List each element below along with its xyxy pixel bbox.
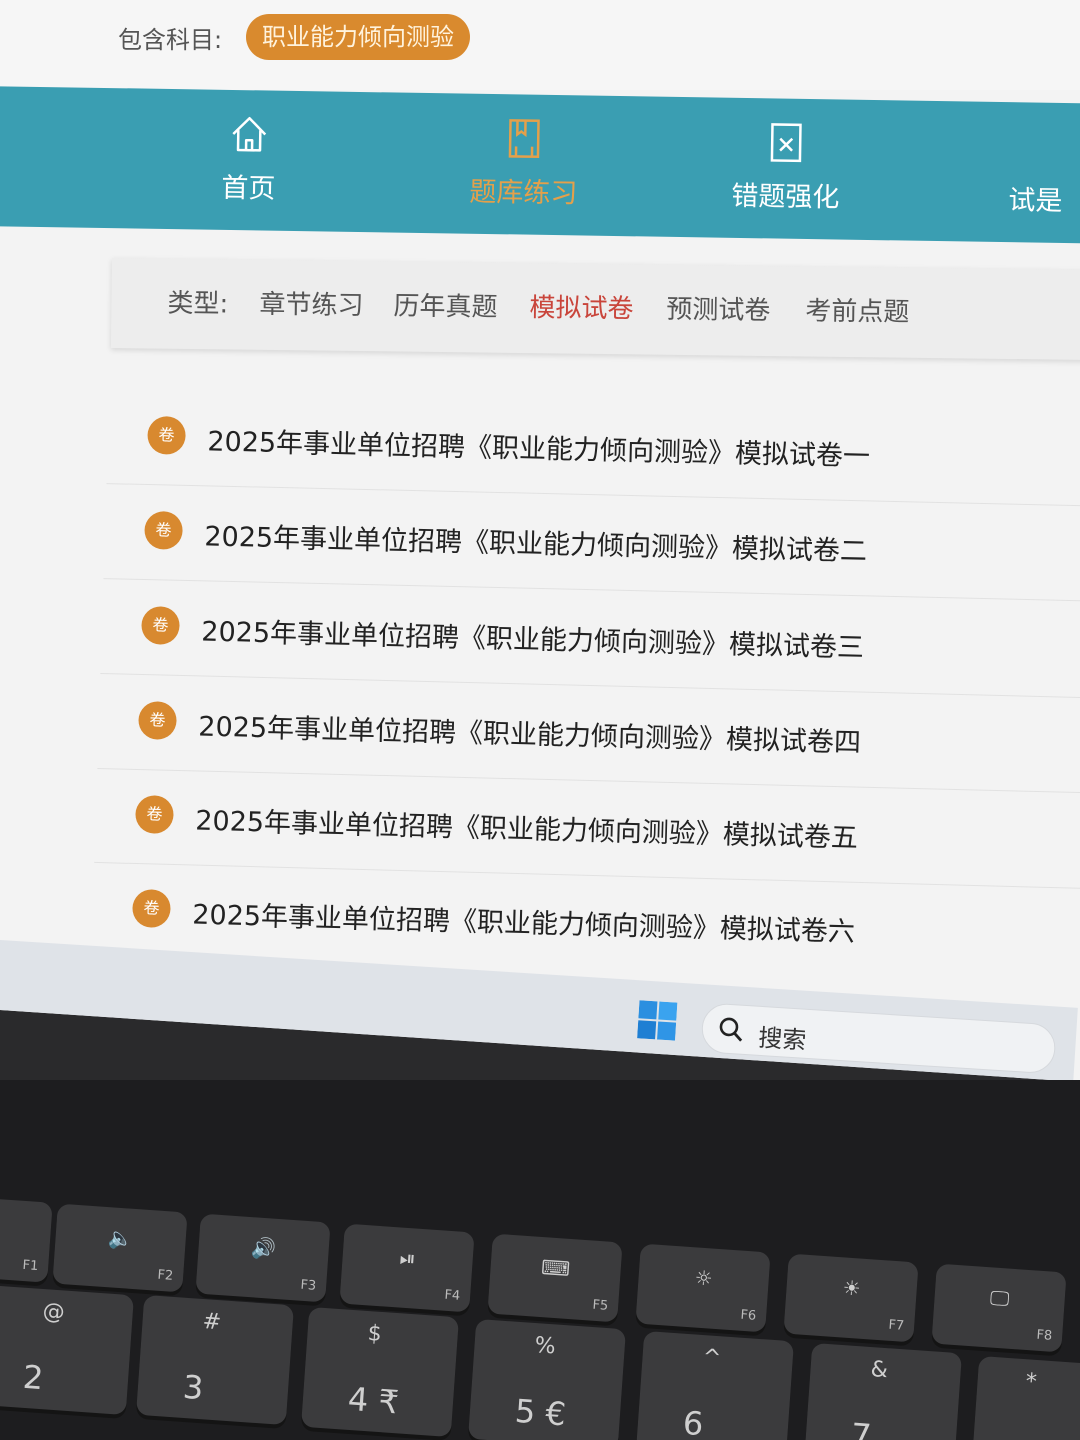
key-fn-label: F2 [156,1267,174,1284]
key-main-label: 5 € [513,1391,568,1434]
subject-bar: 包含科目: 职业能力倾向测验 [0,0,1080,90]
divider [106,483,1080,509]
key-f6[interactable]: ☼ F6 [635,1243,771,1333]
bookmark-icon [449,115,600,167]
play-pause-icon: ⏯ [398,1245,417,1271]
keyboard-backlight-icon: ⌨ [540,1255,571,1282]
key-shift-label: ^ [701,1345,722,1372]
key-fn-label: F4 [443,1287,461,1304]
key-6[interactable]: ^ 6 [635,1330,795,1440]
divider [97,768,1080,795]
key-f8[interactable]: 🖵 F8 [931,1263,1067,1353]
type-label: 类型: [167,288,229,320]
key-5[interactable]: % 5 € [467,1318,627,1440]
nav-label: 首页 [221,172,276,205]
tab-pre-exam-tips[interactable]: 考前点题 [805,290,909,328]
key-fn-label: F3 [299,1277,317,1294]
key-shift-label: % [533,1333,557,1360]
key-f7[interactable]: ☀ F7 [783,1253,919,1343]
key-shift-label: # [201,1309,222,1336]
brightness-down-icon: ☼ [693,1265,714,1291]
key-f5[interactable]: ⌨ F5 [487,1233,623,1323]
nav-item-question-bank[interactable]: 题库练习 [448,115,599,210]
nav-label: 试是 [1008,185,1063,218]
subject-pill[interactable]: 职业能力倾向测验 [246,14,470,60]
project-display-icon: 🖵 [989,1285,1011,1311]
key-8[interactable]: * [970,1355,1080,1440]
paper-badge: 卷 [147,416,186,455]
key-shift-label: $ [366,1321,383,1347]
tab-predicted-papers[interactable]: 预测试卷 [666,289,770,327]
key-shift-label: * [1024,1369,1038,1395]
nav-item-exam[interactable]: 试是 [1008,174,1080,219]
wrong-doc-icon [711,119,862,171]
key-fn-label: F6 [739,1307,757,1324]
laptop-screen: 包含科目: 职业能力倾向测验 首页 题库练习 错题强化 试是 类型: 章节练习 [0,0,1080,1080]
key-main-label: 2 [21,1357,45,1398]
main-nav: 首页 题库练习 错题强化 试是 [0,86,1080,244]
tab-chapter-practice[interactable]: 章节练习 [259,284,363,322]
key-fn-label: F8 [1035,1327,1053,1344]
key-main-label: 7 [849,1415,873,1440]
brightness-up-icon: ☀ [841,1275,862,1301]
search-placeholder: 搜索 [757,1023,808,1055]
paper-badge: 卷 [132,889,171,928]
paper-title: 2025年事业单位招聘《职业能力倾向测验》模拟试卷一 [207,426,871,473]
key-f1[interactable]: F1 [0,1197,53,1283]
laptop-keyboard: F1 🔈 F2 🔊 F3 ⏯ F4 ⌨ F5 ☼ F6 ☀ F7 🖵 F8 @ … [0,1080,1080,1440]
divider [103,578,1080,604]
key-7[interactable]: & 7 [803,1342,963,1440]
windows-start-icon[interactable] [637,1000,678,1041]
key-f3[interactable]: 🔊 F3 [195,1213,331,1303]
key-f2[interactable]: 🔈 F2 [52,1203,188,1293]
key-4[interactable]: $ 4 ₹ [300,1306,460,1438]
tab-mock-papers[interactable]: 模拟试卷 [529,287,633,325]
key-f4[interactable]: ⏯ F4 [339,1223,475,1313]
key-shift-label: & [869,1357,889,1384]
paper-badge: 卷 [135,795,174,834]
key-3[interactable]: # 3 [135,1294,295,1426]
key-fn-label: F7 [887,1317,905,1334]
key-shift-label: @ [41,1299,66,1326]
divider [100,673,1080,700]
home-icon [174,111,325,163]
paper-badge: 卷 [141,606,180,645]
key-main-label: 3 [181,1367,205,1408]
key-2[interactable]: @ 2 [0,1284,135,1416]
paper-badge: 卷 [144,511,183,550]
taskbar-search[interactable]: 搜索 [700,1002,1057,1075]
key-main-label: 4 ₹ [346,1379,401,1422]
volume-up-icon: 🔊 [250,1235,277,1261]
divider [94,861,1080,891]
type-filter-bar: 类型: 章节练习 历年真题 模拟试卷 预测试卷 考前点题 [110,258,1080,361]
key-main-label: 6 [681,1403,705,1440]
key-fn-label: F1 [21,1257,39,1275]
search-icon [716,1014,746,1044]
tab-past-exams[interactable]: 历年真题 [393,285,497,323]
subject-label: 包含科目: [118,26,223,54]
nav-item-wrong-questions[interactable]: 错题强化 [710,119,861,214]
nav-item-home[interactable]: 首页 [173,111,324,206]
nav-label: 题库练习 [469,176,578,210]
volume-down-icon: 🔈 [107,1225,134,1251]
key-fn-label: F5 [591,1297,609,1314]
nav-label: 错题强化 [731,180,840,214]
paper-badge: 卷 [138,701,177,740]
